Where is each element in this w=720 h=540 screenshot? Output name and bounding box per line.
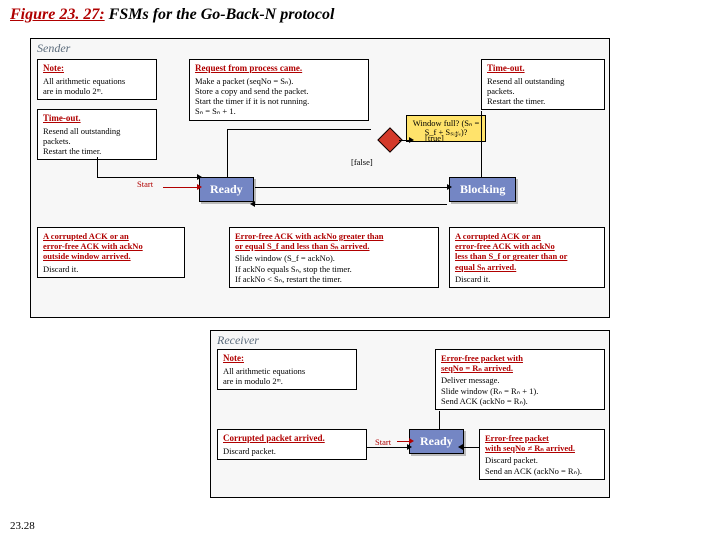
sender-timeout-right-body: Resend all outstanding packets. Restart …	[487, 76, 599, 107]
receiver-start-label: Start	[375, 437, 391, 447]
sender-good-ack-head: Error-free ACK with ackNo greater than o…	[235, 231, 433, 251]
receiver-corrupt-arrow	[367, 447, 407, 448]
receiver-good-arrow	[439, 411, 440, 429]
figure-number: Figure 23. 27:	[10, 6, 105, 23]
receiver-label: Receiver	[217, 333, 259, 348]
sender-timeout-left: Time-out. Resend all outstanding packets…	[37, 109, 157, 160]
sender-request-body: Make a packet (seqNo = Sₙ). Store a copy…	[195, 76, 363, 117]
ready-to-blocking	[255, 187, 447, 188]
timeout-right-arrow	[481, 111, 482, 177]
receiver-corrupt-head: Corrupted packet arrived.	[223, 433, 361, 444]
receiver-wrong-seq-head: Error-free packet with seqNo ≠ Rₙ arrive…	[485, 433, 599, 453]
receiver-note-head: Note:	[223, 353, 351, 364]
receiver-note-body: All arithmetic equations are in modulo 2…	[223, 366, 351, 386]
sender-corrupt-right: A corrupted ACK or an error-free ACK wit…	[449, 227, 605, 288]
receiver-wrong-arrow	[463, 447, 479, 448]
sender-corrupt-right-head: A corrupted ACK or an error-free ACK wit…	[455, 231, 599, 272]
sender-note: Note: All arithmetic equations are in mo…	[37, 59, 157, 100]
receiver-fsm: Receiver Note: All arithmetic equations …	[210, 330, 610, 498]
receiver-wrong-seq-body: Discard packet. Send an ACK (ackNo = Rₙ)…	[485, 455, 599, 475]
page-number: 23.28	[10, 520, 35, 532]
sender-blocking-state: Blocking	[449, 177, 516, 202]
sender-timeout-left-head: Time-out.	[43, 113, 151, 124]
request-arrow-down	[227, 129, 228, 177]
sender-label: Sender	[37, 41, 70, 56]
timeout-left-arrow	[97, 157, 98, 177]
sender-fsm: Sender Note: All arithmetic equations ar…	[30, 38, 610, 318]
sender-ready-state: Ready	[199, 177, 254, 202]
sender-corrupt-right-body: Discard it.	[455, 274, 599, 284]
sender-timeout-right: Time-out. Resend all outstanding packets…	[481, 59, 605, 110]
sender-corrupt-left-body: Discard it.	[43, 264, 179, 274]
receiver-start-arrow	[397, 441, 409, 442]
false-label: [false]	[351, 157, 373, 167]
window-full-condition: Window full? (Sₙ = S_f + Sₛᵢ𝓏ₑ)?	[406, 115, 486, 142]
sender-note-head: Note:	[43, 63, 151, 74]
window-full-text: Window full? (Sₙ = S_f + Sₛᵢ𝓏ₑ)?	[413, 118, 480, 137]
receiver-good-packet: Error-free packet with seqNo = Rₙ arrive…	[435, 349, 605, 410]
sender-note-body: All arithmetic equations are in modulo 2…	[43, 76, 151, 96]
sender-good-ack: Error-free ACK with ackNo greater than o…	[229, 227, 439, 288]
receiver-good-packet-head: Error-free packet with seqNo = Rₙ arrive…	[441, 353, 599, 373]
start-arrow	[163, 187, 197, 188]
request-arrow-right	[227, 129, 371, 130]
figure-title: Figure 23. 27: FSMs for the Go-Back-N pr…	[10, 6, 334, 24]
sender-corrupt-left-head: A corrupted ACK or an error-free ACK wit…	[43, 231, 179, 262]
sender-start-label: Start	[137, 179, 153, 189]
sender-corrupt-left: A corrupted ACK or an error-free ACK wit…	[37, 227, 185, 278]
blocking-to-ready	[255, 204, 447, 205]
sender-request: Request from process came. Make a packet…	[189, 59, 369, 121]
receiver-good-packet-body: Deliver message. Slide window (Rₙ = Rₙ +…	[441, 375, 599, 406]
receiver-wrong-seq: Error-free packet with seqNo ≠ Rₙ arrive…	[479, 429, 605, 480]
sender-timeout-left-body: Resend all outstanding packets. Restart …	[43, 126, 151, 157]
decision-to-cond	[399, 140, 409, 141]
timeout-left-arrow-h	[97, 177, 197, 178]
sender-timeout-right-head: Time-out.	[487, 63, 599, 74]
receiver-note: Note: All arithmetic equations are in mo…	[217, 349, 357, 390]
receiver-ready-state: Ready	[409, 429, 464, 454]
true-label: [true]	[425, 133, 444, 143]
figure-text: FSMs for the Go-Back-N protocol	[109, 6, 335, 23]
sender-request-head: Request from process came.	[195, 63, 363, 74]
receiver-corrupt-body: Discard packet.	[223, 446, 361, 456]
receiver-corrupt-packet: Corrupted packet arrived. Discard packet…	[217, 429, 367, 460]
sender-good-ack-body: Slide window (S_f = ackNo). If ackNo equ…	[235, 253, 433, 284]
